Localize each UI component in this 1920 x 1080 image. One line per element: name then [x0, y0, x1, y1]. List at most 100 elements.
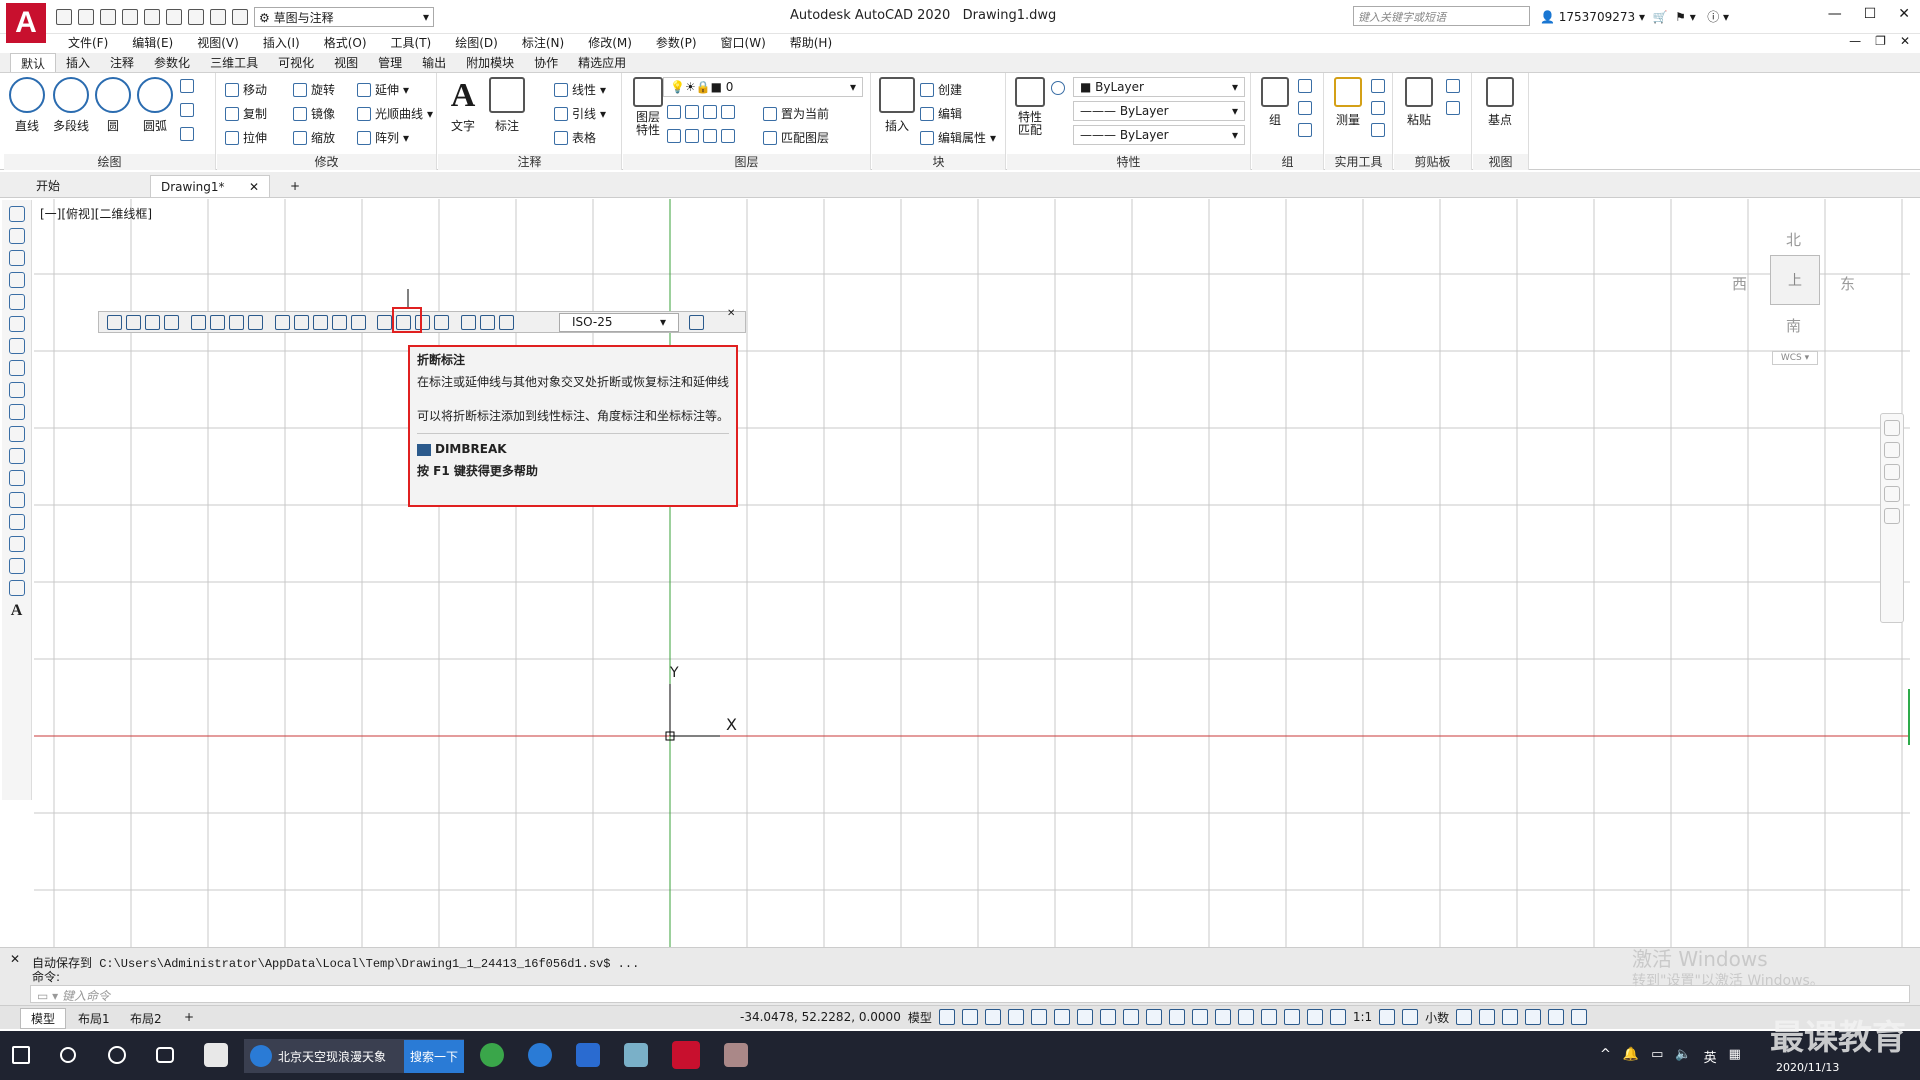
menu-edit[interactable]: 编辑(E)	[120, 34, 185, 52]
menu-help[interactable]: 帮助(H)	[778, 34, 844, 52]
tb-hatch-icon[interactable]	[8, 514, 25, 530]
steering-wheel-icon[interactable]	[1884, 420, 1900, 436]
task-view-icon[interactable]	[156, 1047, 174, 1063]
linear-button[interactable]: 线性 ▾	[554, 81, 606, 98]
search-icon[interactable]	[60, 1047, 76, 1063]
dim-style-dropdown[interactable]: ISO-25 ▾	[559, 313, 679, 332]
menu-file[interactable]: 文件(F)	[56, 34, 120, 52]
open-icon[interactable]	[78, 9, 94, 25]
tab-collaborate[interactable]: 协作	[524, 53, 568, 72]
layer-lock-icon[interactable]	[721, 105, 735, 119]
minimize-icon[interactable]: —	[1828, 6, 1842, 22]
move-button[interactable]: 移动	[225, 81, 267, 98]
gizmo-icon[interactable]	[1283, 1009, 1300, 1025]
menu-view[interactable]: 视图(V)	[185, 34, 251, 52]
print-icon[interactable]	[188, 9, 204, 25]
tb-gradient-icon[interactable]	[8, 536, 25, 552]
dim-tolerance-icon[interactable]	[377, 315, 392, 330]
menu-modify[interactable]: 修改(M)	[576, 34, 644, 52]
tb-construction-line-icon[interactable]	[8, 228, 25, 244]
tab-addins[interactable]: 附加模块	[456, 53, 524, 72]
selection-cycling-icon[interactable]	[1191, 1009, 1208, 1025]
menu-tools[interactable]: 工具(T)	[379, 34, 444, 52]
table-button[interactable]: 表格	[554, 129, 596, 146]
view-cube[interactable]: 北 西 东 南 上 WCS ▾	[1732, 229, 1855, 365]
object-snap-icon[interactable]	[1122, 1009, 1139, 1025]
dim-angular-icon[interactable]	[248, 315, 263, 330]
tb-rectangle-icon[interactable]	[8, 294, 25, 310]
drawing-canvas[interactable]: [一][俯视][二维线框] ISO-25 ▾ ✕ 折断标注 在标注或延伸线与其他对…	[34, 199, 1910, 947]
dim-arc-length-icon[interactable]	[145, 315, 160, 330]
grid-icon[interactable]	[938, 1009, 955, 1025]
menu-dimension[interactable]: 标注(N)	[510, 34, 576, 52]
360-browser-icon[interactable]	[480, 1043, 504, 1067]
volume-icon[interactable]: 🔈	[1675, 1047, 1691, 1066]
dim-jogged-icon[interactable]	[210, 315, 225, 330]
app-icon[interactable]	[724, 1043, 748, 1067]
tab-start[interactable]: 开始	[26, 175, 70, 197]
select-all-icon[interactable]	[1371, 101, 1385, 115]
boundary-icon[interactable]	[180, 127, 194, 141]
tb-line-icon[interactable]	[8, 206, 25, 222]
tab-view[interactable]: 视图	[324, 53, 368, 72]
extend-button[interactable]: 延伸 ▾	[357, 81, 409, 98]
dim-continue-icon[interactable]	[313, 315, 328, 330]
set-current-button[interactable]: 置为当前	[763, 105, 829, 122]
tab-layout1[interactable]: 布局1	[74, 1009, 114, 1028]
mirror-button[interactable]: 镜像	[293, 105, 335, 122]
menu-window[interactable]: 窗口(W)	[709, 34, 778, 52]
import-icon[interactable]	[144, 9, 160, 25]
ortho-icon[interactable]	[1030, 1009, 1047, 1025]
text-button[interactable]: A 文字	[442, 77, 484, 134]
layer-dropdown[interactable]: 💡☀🔒■ 0 ▾	[663, 77, 863, 97]
dim-baseline-icon[interactable]	[294, 315, 309, 330]
auto-scale-icon[interactable]	[1329, 1009, 1346, 1025]
leader-button[interactable]: 引线 ▾	[554, 105, 606, 122]
close-tab-icon[interactable]: ✕	[249, 176, 259, 198]
tab-3d-tools[interactable]: 三维工具	[200, 53, 268, 72]
lock-ui-icon[interactable]	[1479, 1009, 1496, 1025]
tb-arc-icon[interactable]	[8, 316, 25, 332]
app-menu-button[interactable]: A	[6, 3, 46, 43]
graphics-performance-icon[interactable]	[1525, 1009, 1542, 1025]
tab-default[interactable]: 默认	[10, 53, 57, 72]
tb-spline-icon[interactable]	[8, 382, 25, 398]
compass-west[interactable]: 西	[1732, 273, 1747, 294]
add-layout-button[interactable]: +	[180, 1009, 198, 1025]
infer-icon[interactable]	[984, 1009, 1001, 1025]
layer-unlock-icon[interactable]	[721, 129, 735, 143]
tb-ellipse-icon[interactable]	[8, 404, 25, 420]
sogou-icon[interactable]	[204, 1043, 228, 1067]
color-wheel-icon[interactable]	[1051, 81, 1065, 95]
copy-button[interactable]: 复制	[225, 105, 267, 122]
edit-block-button[interactable]: 编辑	[920, 105, 962, 122]
undo-icon[interactable]	[210, 9, 226, 25]
tab-model[interactable]: 模型	[20, 1008, 67, 1029]
create-block-button[interactable]: 创建	[920, 81, 962, 98]
dim-quick-icon[interactable]	[275, 315, 290, 330]
dim-diameter-icon[interactable]	[229, 315, 244, 330]
dim-jogged-linear-icon[interactable]	[434, 315, 449, 330]
menu-parametric[interactable]: 参数(P)	[644, 34, 709, 52]
tb-insert-block-icon[interactable]	[8, 448, 25, 464]
dim-linear-icon[interactable]	[107, 315, 122, 330]
isodraft-icon[interactable]	[1076, 1009, 1093, 1025]
notepad-icon[interactable]	[624, 1043, 648, 1067]
tab-parametric[interactable]: 参数化	[144, 53, 200, 72]
browser-taskbar-item[interactable]: 北京天空现浪漫天象 搜索一下	[244, 1039, 464, 1073]
polyline-button[interactable]: 多段线	[50, 77, 92, 134]
arc-button[interactable]: 圆弧	[134, 77, 176, 134]
annotation-visibility-icon[interactable]	[1306, 1009, 1323, 1025]
dim-radius-icon[interactable]	[191, 315, 206, 330]
doc-close-icon[interactable]: ✕	[1900, 34, 1910, 48]
tab-insert[interactable]: 插入	[56, 53, 100, 72]
blend-curves-button[interactable]: 光顺曲线 ▾	[357, 105, 433, 122]
tab-output[interactable]: 输出	[412, 53, 456, 72]
annotation-scale[interactable]: 1:1	[1353, 1010, 1372, 1024]
viewport-controls[interactable]: [一][俯视][二维线框]	[40, 205, 152, 222]
color-dropdown[interactable]: ■ ByLayer ▾	[1073, 77, 1245, 97]
workspace-switch-icon[interactable]	[1379, 1009, 1396, 1025]
dim-edit-icon[interactable]	[461, 315, 476, 330]
tb-table-icon[interactable]	[8, 580, 25, 596]
lineweight-dropdown[interactable]: ——— ByLayer ▾	[1073, 125, 1245, 145]
